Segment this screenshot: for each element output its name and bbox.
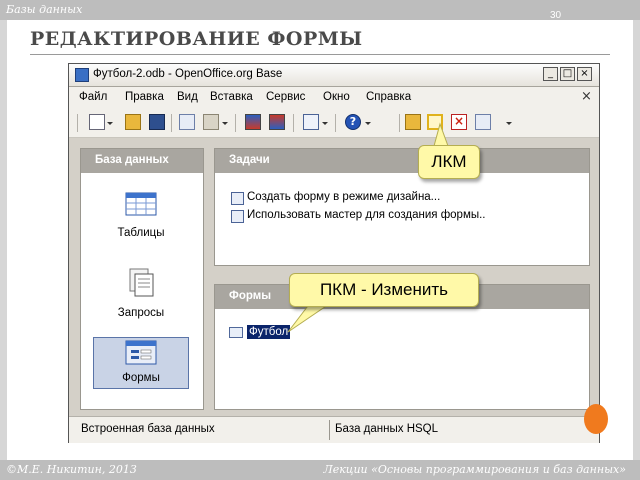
app-icon bbox=[75, 68, 89, 82]
queries-icon bbox=[129, 268, 154, 297]
slide-section-label: Базы данных bbox=[6, 3, 83, 16]
app-window: Футбол-2.odb - OpenOffice.org Base _ □ ×… bbox=[68, 63, 600, 443]
toolbar-separator bbox=[293, 114, 294, 132]
document-close-icon[interactable]: × bbox=[581, 89, 592, 104]
form-document-icon bbox=[229, 327, 243, 338]
sidebar-item-tables[interactable]: Таблицы bbox=[91, 189, 191, 245]
open-folder-icon[interactable] bbox=[125, 114, 141, 130]
menu-insert[interactable]: Вставка bbox=[210, 91, 253, 103]
lkm-callout: ЛКМ bbox=[418, 145, 480, 179]
paste-dropdown-icon[interactable] bbox=[222, 122, 228, 125]
help-dropdown-icon[interactable] bbox=[365, 122, 371, 125]
copy-icon[interactable] bbox=[179, 114, 195, 130]
status-bar: Встроенная база данных База данных HSQL bbox=[69, 416, 599, 443]
window-title: Футбол-2.odb - OpenOffice.org Base bbox=[93, 68, 283, 80]
slide-footer: ©М.Е. Никитин, 2013 Лекции «Основы прогр… bbox=[0, 460, 640, 480]
tables-icon bbox=[125, 192, 157, 216]
title-divider bbox=[30, 54, 610, 55]
tasks-pane-header: Задачи bbox=[215, 149, 589, 173]
rename-icon[interactable] bbox=[475, 114, 491, 130]
task-create-form-design[interactable]: Создать форму в режиме дизайна... bbox=[231, 191, 441, 207]
task-form-wizard[interactable]: Использовать мастер для создания формы.. bbox=[231, 209, 486, 225]
task-label: Создать форму в режиме дизайна... bbox=[247, 191, 441, 203]
pkm-callout: ПКМ - Изменить bbox=[289, 273, 479, 307]
menu-tools[interactable]: Сервис bbox=[266, 91, 305, 103]
database-pane-header: База данных bbox=[81, 149, 203, 173]
form-dropdown-icon[interactable] bbox=[322, 122, 328, 125]
footer-course: Лекции «Основы программирования и баз да… bbox=[323, 463, 626, 476]
wizard-icon bbox=[231, 210, 244, 223]
menu-view[interactable]: Вид bbox=[177, 91, 198, 103]
sidebar-item-forms[interactable]: Формы bbox=[93, 337, 189, 389]
toolbar-grip bbox=[77, 114, 78, 132]
tasks-pane: Задачи Создать форму в режиме дизайна...… bbox=[214, 148, 590, 266]
toolbar-separator bbox=[335, 114, 336, 132]
paste-icon[interactable] bbox=[203, 114, 219, 130]
menu-help[interactable]: Справка bbox=[366, 91, 411, 103]
sidebar-item-label: Запросы bbox=[117, 307, 165, 319]
minimize-button[interactable]: _ bbox=[543, 67, 558, 81]
slide-frame-left bbox=[0, 20, 7, 460]
status-separator bbox=[329, 420, 330, 440]
menu-edit[interactable]: Правка bbox=[125, 91, 164, 103]
new-icon[interactable] bbox=[89, 114, 105, 130]
toolbar-separator bbox=[235, 114, 236, 132]
sort-ascending-icon[interactable] bbox=[245, 114, 261, 130]
menu-file[interactable]: Файл bbox=[79, 91, 107, 103]
close-button[interactable]: × bbox=[577, 67, 592, 81]
sidebar-item-queries[interactable]: Запросы bbox=[91, 267, 191, 323]
sidebar-item-label: Таблицы bbox=[117, 227, 165, 239]
menu-window[interactable]: Окно bbox=[323, 91, 350, 103]
slide-accent-circle bbox=[584, 404, 608, 434]
database-pane: База данных Таблицы Запросы Формы bbox=[80, 148, 204, 410]
status-database-type: Встроенная база данных bbox=[81, 423, 215, 435]
slide-frame-right bbox=[633, 20, 640, 460]
save-icon[interactable] bbox=[149, 114, 165, 130]
window-titlebar[interactable]: Футбол-2.odb - OpenOffice.org Base _ □ × bbox=[69, 64, 599, 87]
slide-number: 30 bbox=[550, 10, 562, 21]
help-icon[interactable]: ? bbox=[345, 114, 361, 130]
forms-icon bbox=[125, 340, 157, 365]
form-design-icon bbox=[231, 192, 244, 205]
slide-title: РЕДАКТИРОВАНИЕ ФОРМЫ bbox=[30, 28, 363, 50]
new-dropdown-icon[interactable] bbox=[107, 122, 113, 125]
task-label: Использовать мастер для создания формы.. bbox=[247, 209, 486, 221]
toolbar-overflow-icon[interactable] bbox=[506, 122, 512, 125]
toolbar-separator bbox=[171, 114, 172, 132]
open-object-icon[interactable] bbox=[405, 114, 421, 130]
slide-header-bar: Базы данных 30 bbox=[0, 0, 640, 21]
toolbar-separator bbox=[399, 114, 400, 132]
status-engine: База данных HSQL bbox=[335, 423, 439, 435]
form-icon[interactable] bbox=[303, 114, 319, 130]
maximize-button[interactable]: □ bbox=[560, 67, 575, 81]
main-toolbar: ? × bbox=[69, 109, 599, 138]
sidebar-item-label: Формы bbox=[122, 372, 160, 384]
footer-author: ©М.Е. Никитин, 2013 bbox=[6, 463, 137, 476]
menu-bar: Файл Правка Вид Вставка Сервис Окно Спра… bbox=[69, 87, 599, 109]
sort-descending-icon[interactable] bbox=[269, 114, 285, 130]
